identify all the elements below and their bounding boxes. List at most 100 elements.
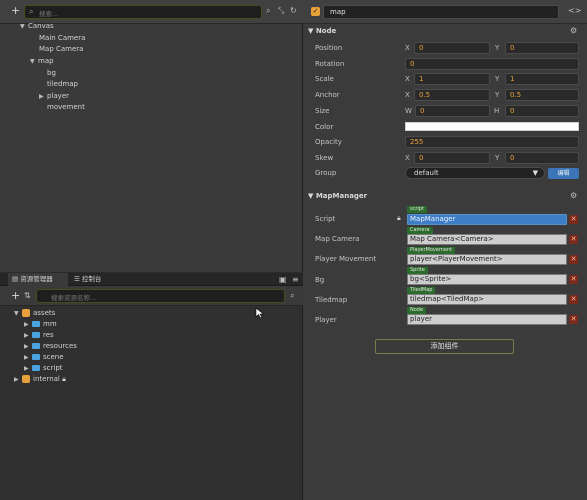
inspector-panel: ✓ map <> ▼ Node ⚙ Position X 0 Y 0 Rotat… xyxy=(303,0,587,500)
node-active-checkbox[interactable]: ✓ xyxy=(311,7,320,16)
gear-icon[interactable]: ⚙ xyxy=(570,26,577,35)
anchor-label: Anchor xyxy=(315,91,340,99)
tree-node-tiledmap[interactable]: tiledmap xyxy=(47,79,78,90)
map-camera-field[interactable]: Map Camera<Camera> xyxy=(407,234,567,245)
bg-label: Bg xyxy=(315,276,325,284)
hierarchy-search-input[interactable]: ⌕ 搜索... xyxy=(24,5,262,19)
database-icon xyxy=(22,309,30,317)
expand-arrow-icon[interactable]: ▶ xyxy=(39,91,47,102)
script-field[interactable]: MapManager xyxy=(407,214,567,225)
inspector-header: ✓ map <> xyxy=(303,0,587,24)
expand-arrow-icon[interactable]: ▶ xyxy=(24,319,32,330)
anchor-y-input[interactable]: 0.5 xyxy=(505,89,579,101)
group-select[interactable]: default ▼ xyxy=(405,167,545,179)
tab-console[interactable]: ☰ 控制台 xyxy=(70,273,120,286)
type-tag: PlayerMovement xyxy=(407,247,456,254)
clear-icon[interactable]: ✕ xyxy=(569,315,578,324)
database-icon xyxy=(22,375,30,383)
tree-node-movement[interactable]: movement xyxy=(47,102,85,113)
chevron-down-icon: ▼ xyxy=(532,169,538,177)
expand-arrow-icon[interactable]: ▶ xyxy=(24,330,32,341)
search-icon[interactable]: ⌕ xyxy=(266,6,270,16)
add-node-icon[interactable]: + xyxy=(11,5,20,16)
hierarchy-panel: + ⌕ 搜索... ⌕ ⤡ ↻ ▼ Canvas Main Camera Map … xyxy=(0,0,303,272)
folder-icon xyxy=(32,354,40,360)
anchor-x-input[interactable]: 0.5 xyxy=(414,89,490,101)
bg-field[interactable]: bg<Sprite> xyxy=(407,274,567,285)
gear-icon[interactable]: ⚙ xyxy=(570,191,577,200)
folder-tab-icon: ▤ xyxy=(12,275,21,283)
panel-options-icon[interactable]: ≡ xyxy=(292,275,299,284)
player-field[interactable]: player xyxy=(407,314,567,325)
scale-x-input[interactable]: 1 xyxy=(414,73,490,85)
refresh-icon[interactable]: ↻ xyxy=(290,6,297,15)
asset-root[interactable]: ▼ assets xyxy=(14,308,55,319)
rotation-label: Rotation xyxy=(315,60,345,68)
collapse-icon[interactable]: ⤡ xyxy=(278,6,284,16)
lock-icon: 🔒︎ xyxy=(59,375,66,383)
asset-folder-script[interactable]: ▶ script xyxy=(24,363,63,374)
opacity-input[interactable]: 255 xyxy=(405,136,579,148)
expand-arrow-icon[interactable]: ▶ xyxy=(24,352,32,363)
clear-icon[interactable]: ✕ xyxy=(569,235,578,244)
tree-node-bg[interactable]: bg xyxy=(47,68,56,79)
collapse-arrow-icon[interactable]: ▼ xyxy=(308,27,316,35)
tiledmap-field[interactable]: tiledmap<TiledMap> xyxy=(407,294,567,305)
asset-internal[interactable]: ▶ internal 🔒︎ xyxy=(14,374,66,385)
group-label: Group xyxy=(315,169,337,177)
size-w-input[interactable]: 0 xyxy=(415,105,490,117)
size-h-input[interactable]: 0 xyxy=(505,105,579,117)
tree-node-canvas[interactable]: ▼ Canvas xyxy=(20,21,54,32)
add-component-button[interactable]: 添加组件 xyxy=(375,339,514,354)
tree-node-player[interactable]: ▶ player xyxy=(39,91,69,102)
tree-node-main-camera[interactable]: Main Camera xyxy=(39,33,85,44)
tree-node-map-camera[interactable]: Map Camera xyxy=(39,44,83,55)
rotation-input[interactable]: 0 xyxy=(405,58,579,70)
expand-arrow-icon[interactable]: ▶ xyxy=(24,363,32,374)
add-asset-icon[interactable]: + xyxy=(11,290,20,301)
color-picker[interactable] xyxy=(405,122,579,131)
panel-menu-icon[interactable]: ▣ xyxy=(279,275,287,284)
skew-y-input[interactable]: 0 xyxy=(505,152,579,164)
search-icon[interactable]: ⌕ xyxy=(290,291,294,301)
clear-icon[interactable]: ✕ xyxy=(569,255,578,264)
collapse-arrow-icon[interactable]: ▼ xyxy=(308,192,316,200)
clear-icon[interactable]: ✕ xyxy=(569,275,578,284)
axis-w-label: W xyxy=(405,107,412,115)
expand-arrow-icon[interactable]: ▼ xyxy=(20,21,28,32)
axis-x-label: X xyxy=(405,91,410,99)
axis-x-label: X xyxy=(405,75,410,83)
tab-assets[interactable]: ▤ 资源管理器 xyxy=(8,273,68,286)
assets-search-input[interactable]: 搜索资源名称... xyxy=(36,289,285,303)
node-section-header[interactable]: ▼ Node xyxy=(308,24,336,38)
tree-node-map[interactable]: ▼ map xyxy=(30,56,54,67)
component-section-header[interactable]: ▼ MapManager xyxy=(308,189,367,203)
clear-icon[interactable]: ✕ xyxy=(569,295,578,304)
position-x-input[interactable]: 0 xyxy=(414,42,490,54)
node-name-field[interactable]: map xyxy=(323,5,559,19)
folder-icon xyxy=(32,332,40,338)
axis-x-label: X xyxy=(405,154,410,162)
axis-x-label: X xyxy=(405,44,410,52)
asset-folder-mm[interactable]: ▶ mm xyxy=(24,319,57,330)
asset-folder-scene[interactable]: ▶ scene xyxy=(24,352,64,363)
position-y-input[interactable]: 0 xyxy=(505,42,579,54)
scale-y-input[interactable]: 1 xyxy=(505,73,579,85)
skew-label: Skew xyxy=(315,154,334,162)
expand-arrow-icon[interactable]: ▶ xyxy=(14,374,22,385)
clear-icon[interactable]: ✕ xyxy=(569,215,578,224)
expand-arrow-icon[interactable]: ▼ xyxy=(14,308,22,319)
asset-folder-resources[interactable]: ▶ resources xyxy=(24,341,77,352)
tiledmap-label: Tiledmap xyxy=(315,296,348,304)
expand-arrow-icon[interactable]: ▶ xyxy=(24,341,32,352)
edit-group-button[interactable]: 编辑 xyxy=(548,168,579,179)
code-icon[interactable]: <> xyxy=(568,6,581,15)
position-label: Position xyxy=(315,44,343,52)
asset-folder-res[interactable]: ▶ res xyxy=(24,330,54,341)
skew-x-input[interactable]: 0 xyxy=(414,152,490,164)
player-movement-field[interactable]: player<PlayerMovement> xyxy=(407,254,567,265)
type-tag: Sprite xyxy=(407,267,428,274)
type-tag: Camera xyxy=(407,227,433,234)
expand-arrow-icon[interactable]: ▼ xyxy=(30,56,38,67)
sort-icon[interactable]: ⇅ xyxy=(24,291,31,300)
